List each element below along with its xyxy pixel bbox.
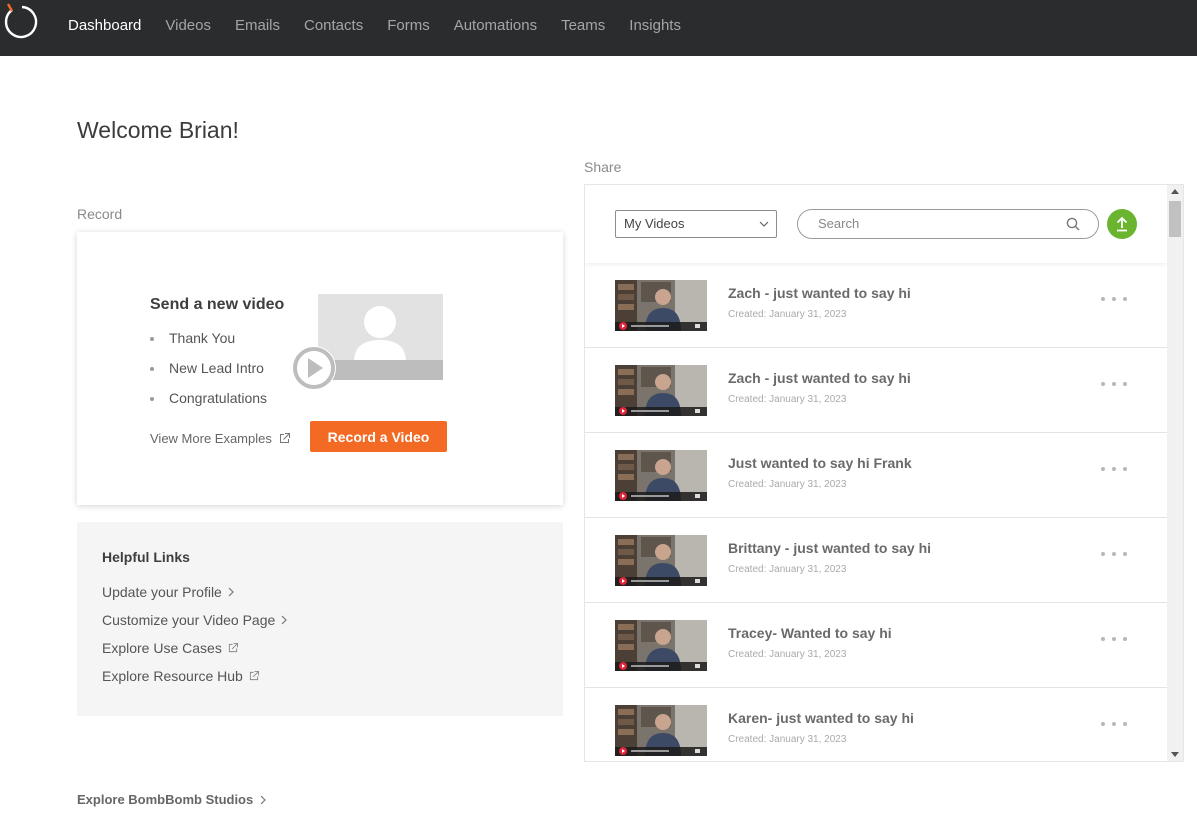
- nav-item-forms[interactable]: Forms: [387, 17, 430, 34]
- video-filter-select[interactable]: My Videos: [615, 210, 777, 238]
- record-card-title: Send a new video: [150, 296, 285, 313]
- link-label: Explore Resource Hub: [102, 668, 243, 684]
- nav-item-teams[interactable]: Teams: [561, 17, 605, 34]
- example-list: Thank You New Lead Intro Congratulations: [150, 329, 267, 419]
- video-list-item[interactable]: Karen- just wanted to say hi Created: Jan…: [585, 688, 1167, 761]
- link-label: Explore Use Cases: [102, 640, 222, 656]
- view-more-examples-link[interactable]: View More Examples: [150, 431, 290, 446]
- external-link-icon: [228, 643, 238, 653]
- video-thumbnail[interactable]: [615, 450, 707, 501]
- studios-link-label: Explore BombBomb Studios: [77, 792, 254, 807]
- helpful-links-title: Helpful Links: [102, 549, 190, 565]
- scrollbar-thumb[interactable]: [1169, 201, 1181, 237]
- video-list-scrollbar[interactable]: [1167, 185, 1183, 761]
- chevron-down-icon: [759, 221, 769, 227]
- explore-use-cases-link[interactable]: Explore Use Cases: [102, 640, 238, 656]
- nav-item-emails[interactable]: Emails: [235, 17, 280, 34]
- external-link-icon: [279, 433, 290, 443]
- video-list-item[interactable]: Brittany - just wanted to say hi Created:…: [585, 518, 1167, 603]
- helpful-links-panel: Helpful Links Update your Profile Custom…: [77, 522, 563, 716]
- more-options-icon[interactable]: [1101, 633, 1127, 645]
- video-search-input[interactable]: Search: [797, 209, 1099, 239]
- video-created-date: Created: January 31, 2023: [728, 309, 847, 320]
- explore-studios-link[interactable]: Explore BombBomb Studios: [77, 792, 267, 807]
- more-options-icon[interactable]: [1101, 548, 1127, 560]
- chevron-right-icon: [228, 587, 234, 597]
- view-more-label: View More Examples: [150, 431, 272, 446]
- video-title[interactable]: Tracey- Wanted to say hi: [728, 625, 892, 641]
- video-title[interactable]: Zach - just wanted to say hi: [728, 370, 911, 386]
- video-title[interactable]: Just wanted to say hi Frank: [728, 455, 912, 471]
- video-title[interactable]: Zach - just wanted to say hi: [728, 285, 911, 301]
- share-section-label: Share: [584, 159, 622, 175]
- video-created-date: Created: January 31, 2023: [728, 394, 847, 405]
- record-section-label: Record: [77, 206, 123, 222]
- search-placeholder: Search: [818, 216, 860, 231]
- video-filter-value: My Videos: [624, 216, 685, 231]
- link-label: Update your Profile: [102, 584, 222, 600]
- chevron-right-icon: [260, 795, 267, 804]
- top-navigation: Dashboard Videos Emails Contacts Forms A…: [0, 0, 1197, 56]
- video-thumbnail[interactable]: [615, 705, 707, 756]
- video-created-date: Created: January 31, 2023: [728, 734, 847, 745]
- nav-item-automations[interactable]: Automations: [454, 17, 537, 34]
- video-thumbnail[interactable]: [615, 620, 707, 671]
- external-link-icon: [249, 671, 259, 681]
- example-item: Thank You: [150, 329, 267, 359]
- video-list-item[interactable]: Zach - just wanted to say hi Created: Jan…: [585, 348, 1167, 433]
- video-thumbnail[interactable]: [615, 365, 707, 416]
- update-profile-link[interactable]: Update your Profile: [102, 584, 234, 600]
- bombbomb-logo-icon[interactable]: [0, 2, 40, 42]
- nav-item-videos[interactable]: Videos: [165, 17, 211, 34]
- video-thumbnail[interactable]: [615, 280, 707, 331]
- video-list-item[interactable]: Tracey- Wanted to say hi Created: January…: [585, 603, 1167, 688]
- nav-item-dashboard[interactable]: Dashboard: [68, 17, 141, 34]
- video-illustration-icon: [292, 294, 443, 390]
- upload-icon: [1116, 216, 1128, 232]
- more-options-icon[interactable]: [1101, 378, 1127, 390]
- video-thumbnail[interactable]: [615, 535, 707, 586]
- share-toolbar: My Videos Search: [585, 185, 1167, 263]
- scroll-up-arrow-icon[interactable]: [1171, 189, 1179, 194]
- video-created-date: Created: January 31, 2023: [728, 564, 847, 575]
- video-list-item[interactable]: Zach - just wanted to say hi Created: Jan…: [585, 263, 1167, 348]
- video-created-date: Created: January 31, 2023: [728, 479, 847, 490]
- page-title: Welcome Brian!: [77, 117, 239, 143]
- explore-resource-hub-link[interactable]: Explore Resource Hub: [102, 668, 259, 684]
- record-card: Send a new video Thank You New Lead Intr…: [77, 232, 563, 505]
- nav-menu: Dashboard Videos Emails Contacts Forms A…: [68, 0, 705, 50]
- video-title[interactable]: Karen- just wanted to say hi: [728, 710, 914, 726]
- more-options-icon[interactable]: [1101, 293, 1127, 305]
- chevron-right-icon: [281, 615, 288, 625]
- customize-video-page-link[interactable]: Customize your Video Page: [102, 612, 288, 628]
- more-options-icon[interactable]: [1101, 463, 1127, 475]
- link-label: Customize your Video Page: [102, 612, 276, 628]
- scroll-down-arrow-icon[interactable]: [1171, 752, 1179, 757]
- record-video-button[interactable]: Record a Video: [310, 421, 447, 452]
- upload-video-button[interactable]: [1107, 209, 1137, 239]
- nav-item-insights[interactable]: Insights: [629, 17, 681, 34]
- search-icon: [1066, 217, 1080, 231]
- more-options-icon[interactable]: [1101, 718, 1127, 730]
- share-panel: Zach - just wanted to say hi Created: Jan…: [584, 184, 1184, 762]
- nav-item-contacts[interactable]: Contacts: [304, 17, 363, 34]
- video-created-date: Created: January 31, 2023: [728, 649, 847, 660]
- example-item: New Lead Intro: [150, 359, 267, 389]
- video-list-item[interactable]: Just wanted to say hi Frank Created: Janu…: [585, 433, 1167, 518]
- video-title[interactable]: Brittany - just wanted to say hi: [728, 540, 931, 556]
- example-item: Congratulations: [150, 389, 267, 419]
